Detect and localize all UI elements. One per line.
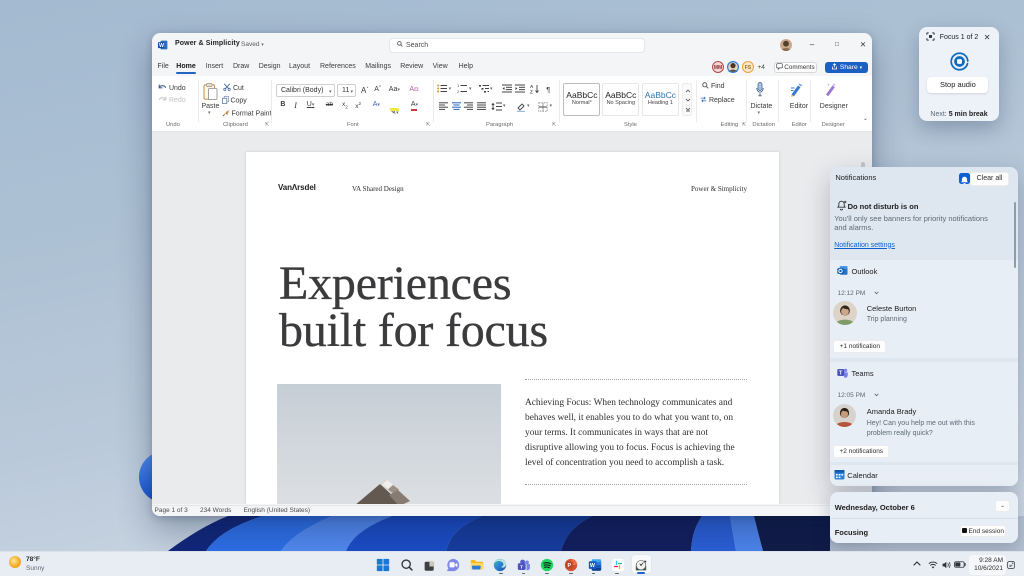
svg-text:W: W (159, 43, 164, 49)
svg-text:T: T (520, 564, 523, 570)
svg-text:2: 2 (457, 89, 460, 93)
svg-text:A: A (530, 84, 534, 89)
svg-text:1: 1 (457, 84, 460, 88)
svg-text:Z: Z (530, 90, 533, 95)
svg-text:P: P (567, 562, 571, 568)
